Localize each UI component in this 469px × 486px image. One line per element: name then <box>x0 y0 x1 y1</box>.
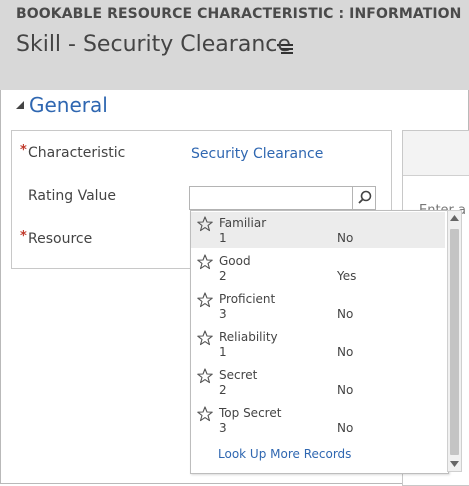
option-name: Secret <box>219 368 258 382</box>
scroll-down-arrow-icon[interactable] <box>448 459 461 469</box>
collapse-triangle-icon[interactable] <box>15 100 25 110</box>
star-icon <box>197 406 213 422</box>
option-flag: No <box>337 345 354 359</box>
scrollbar-thumb[interactable] <box>450 229 459 455</box>
rating-value-label: Rating Value <box>28 188 117 204</box>
star-icon <box>197 216 213 232</box>
option-flag: No <box>337 421 354 435</box>
section-title-general: General <box>29 93 108 117</box>
option-flag: No <box>337 383 354 397</box>
option-value: 3 <box>219 307 227 321</box>
option-flag: Yes <box>337 269 357 283</box>
star-icon <box>197 254 213 270</box>
option-flag: No <box>337 231 354 245</box>
characteristic-label: Characteristic <box>28 145 126 161</box>
lookup-option-good[interactable]: Good 2 Yes <box>191 250 445 286</box>
look-up-more-records-link[interactable]: Look Up More Records <box>218 447 351 461</box>
entity-form-label: BOOKABLE RESOURCE CHARACTERISTIC : INFOR… <box>16 6 462 22</box>
search-icon <box>358 190 372 204</box>
option-name: Proficient <box>219 292 276 306</box>
option-name: Good <box>219 254 251 268</box>
required-marker-characteristic: * <box>20 143 27 158</box>
option-value: 2 <box>219 383 227 397</box>
scroll-up-arrow-icon[interactable] <box>448 213 461 223</box>
adjacent-panel-header <box>403 131 469 176</box>
star-icon <box>197 330 213 346</box>
characteristic-value-link[interactable]: Security Clearance <box>191 146 323 162</box>
star-icon <box>197 292 213 308</box>
star-icon <box>197 368 213 384</box>
option-value: 1 <box>219 345 227 359</box>
flyout-scrollbar[interactable] <box>447 210 462 472</box>
lookup-option-secret[interactable]: Secret 2 No <box>191 364 445 400</box>
lookup-option-top-secret[interactable]: Top Secret 3 No <box>191 402 445 438</box>
lookup-option-reliability[interactable]: Reliability 1 No <box>191 326 445 362</box>
option-name: Top Secret <box>219 406 282 420</box>
resource-label: Resource <box>28 231 93 247</box>
option-name: Reliability <box>219 330 278 344</box>
lookup-search-button[interactable] <box>352 186 376 210</box>
lookup-option-proficient[interactable]: Proficient 3 No <box>191 288 445 324</box>
required-marker-resource: * <box>20 229 27 244</box>
record-title: Skill - Security Clearance <box>16 32 291 57</box>
lookup-option-familiar[interactable]: Familiar 1 No <box>191 212 445 248</box>
form-header: BOOKABLE RESOURCE CHARACTERISTIC : INFOR… <box>0 0 469 90</box>
rating-value-input[interactable] <box>189 186 376 210</box>
option-value: 1 <box>219 231 227 245</box>
option-flag: No <box>337 307 354 321</box>
option-name: Familiar <box>219 216 267 230</box>
option-value: 2 <box>219 269 227 283</box>
option-value: 3 <box>219 421 227 435</box>
form-selector-menu-icon[interactable] <box>276 41 296 57</box>
